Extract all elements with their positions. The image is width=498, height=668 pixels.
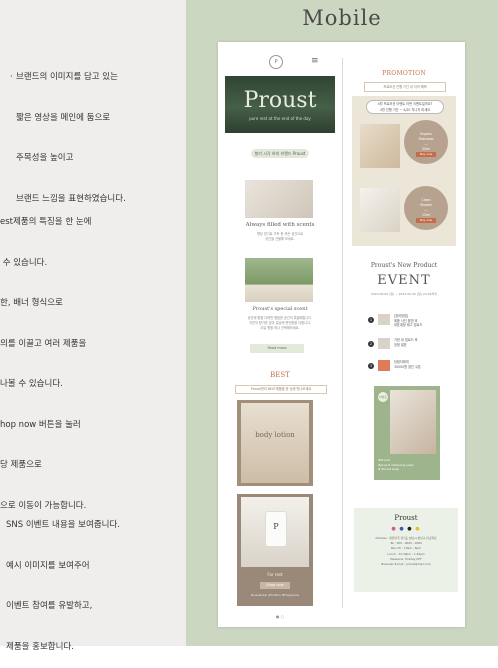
promotion-question: 4월 프로모션 이벤트 어떤 이벤트일까요? 4월 진행 기간 ~ 4/20 지나… bbox=[366, 100, 444, 114]
event-example-image bbox=[390, 390, 436, 454]
promotion-subheading: 프로모션 진행 기간 내 자격 혜택 bbox=[364, 82, 446, 92]
book-photo bbox=[245, 258, 313, 302]
product-card-lotion[interactable]: body lotion bbox=[237, 400, 313, 486]
coupon-icon bbox=[378, 360, 390, 371]
footer-brand: Proust bbox=[394, 514, 418, 522]
event-step: 3 당첨자에게 30000원 할인 쿠폰 bbox=[368, 360, 458, 374]
event-badge: 이벤트 bbox=[378, 392, 388, 402]
scent-caption: Always filled with scents bbox=[245, 222, 315, 228]
product-card-rest[interactable]: P For rest Shop now #Lavender #Cotton #F… bbox=[237, 494, 313, 606]
lotion-label: body lotion bbox=[255, 431, 295, 439]
event-title: EVENT bbox=[377, 273, 431, 288]
step-number: 2 bbox=[368, 341, 374, 347]
kakao-icon[interactable]: ● bbox=[415, 526, 420, 532]
step-text: 기한 내 업로드 후 당첨 발표 bbox=[394, 338, 418, 347]
hero-video[interactable]: Proust pure rest at the end of the day bbox=[225, 76, 335, 133]
promo-image-shower bbox=[360, 188, 400, 232]
camera-icon bbox=[378, 314, 390, 325]
lotion-image: body lotion bbox=[241, 403, 309, 483]
best-heading: BEST bbox=[270, 371, 290, 379]
promo-circle-shampoo[interactable]: Organic Shampoo —30ml Buy now bbox=[404, 120, 448, 164]
brand-tag: 향기 시각 하지 브랜드 Proust bbox=[251, 149, 309, 158]
note-best: est제품의 특징을 한 눈에 수 있습니다. 한, 배너 형식으로 의를 이끌… bbox=[0, 217, 92, 511]
event-example-card[interactable]: 이벤트 #Proust #proust cleansing soap # Pro… bbox=[374, 386, 440, 480]
scent-photo bbox=[245, 180, 313, 218]
product-name: For rest bbox=[267, 572, 283, 577]
logo-icon[interactable]: P bbox=[269, 55, 283, 69]
hero-wordmark: Proust bbox=[243, 88, 317, 113]
note-event: SNS 이벤트 내용을 보여줍니다. 예시 이미지를 보여주어 이벤트 참여를 … bbox=[6, 520, 120, 652]
facebook-icon[interactable]: ● bbox=[399, 526, 404, 532]
event-date: 2024.00.00 (월) ~ 2024.00.00 (일) 23:59까지 bbox=[370, 292, 437, 296]
read-more-button[interactable]: Read more bbox=[250, 344, 304, 353]
footer-info: Address : 대한민국 경기도 성남시 분당구 판교역로 Tel : 00… bbox=[375, 536, 437, 567]
step-number: 3 bbox=[368, 363, 374, 369]
special-scent-caption: Proust's special scent bbox=[252, 306, 308, 312]
scent-description: 향당 방기로 가득 한 모든 공간으로 공간을 선물해 보세요. bbox=[256, 232, 304, 241]
upload-icon bbox=[378, 338, 390, 349]
page-title: Mobile bbox=[302, 6, 382, 30]
step-text: 당첨자에게 30000원 할인 쿠폰 bbox=[394, 360, 421, 369]
step-text: [참여방법] 제품 사진 촬영 후 대표계정 태그 업로드 bbox=[394, 314, 423, 327]
event-step: 1 [참여방법] 제품 사진 촬영 후 대표계정 태그 업로드 bbox=[368, 314, 458, 328]
promotion-box: 4월 프로모션 이벤트 어떤 이벤트일까요? 4월 진행 기간 ~ 4/20 지나… bbox=[352, 96, 456, 246]
shop-now-button[interactable]: Shop now bbox=[260, 582, 290, 589]
event-example-caption: #Proust #proust cleansing soap # Proust … bbox=[378, 458, 414, 471]
special-scent-description: 공간에 향을 더하면 평범한 공간이 특별해집니다. 자연의 향기를 담아 일상에… bbox=[247, 316, 313, 330]
social-icons[interactable]: ● ● ● ● bbox=[354, 526, 458, 532]
hero-subtitle: pure rest at the end of the day bbox=[249, 116, 311, 121]
hamburger-menu-icon[interactable]: ≡ bbox=[311, 56, 319, 66]
product-tags: #Lavender #Cotton #Fragrance bbox=[250, 593, 300, 597]
step-number: 1 bbox=[368, 317, 374, 323]
column-divider bbox=[342, 58, 343, 608]
promo-image-shampoo bbox=[360, 124, 400, 168]
best-subheading: Proust만의 BEST제품을 한 눈에 만나보세요 bbox=[235, 385, 327, 394]
event-pretitle: Proust's New Product bbox=[370, 262, 438, 269]
footer: Proust ● ● ● ● Address : 대한민국 경기도 성남시 분당… bbox=[354, 508, 458, 592]
instagram-icon[interactable]: ● bbox=[391, 526, 396, 532]
carousel-dots[interactable]: ● ○ bbox=[225, 614, 335, 619]
event-step: 2 기한 내 업로드 후 당첨 발표 bbox=[368, 338, 458, 352]
buy-now-button[interactable]: Buy now bbox=[416, 152, 436, 157]
promotion-heading: PROMOTION bbox=[382, 70, 426, 77]
blog-icon[interactable]: ● bbox=[407, 526, 412, 532]
promo-circle-shower[interactable]: Clean Shower —12ml Buy now bbox=[404, 186, 448, 230]
bottle-image: P bbox=[265, 511, 287, 547]
buy-now-button[interactable]: Buy now bbox=[416, 218, 436, 223]
rest-image: P bbox=[241, 497, 309, 567]
